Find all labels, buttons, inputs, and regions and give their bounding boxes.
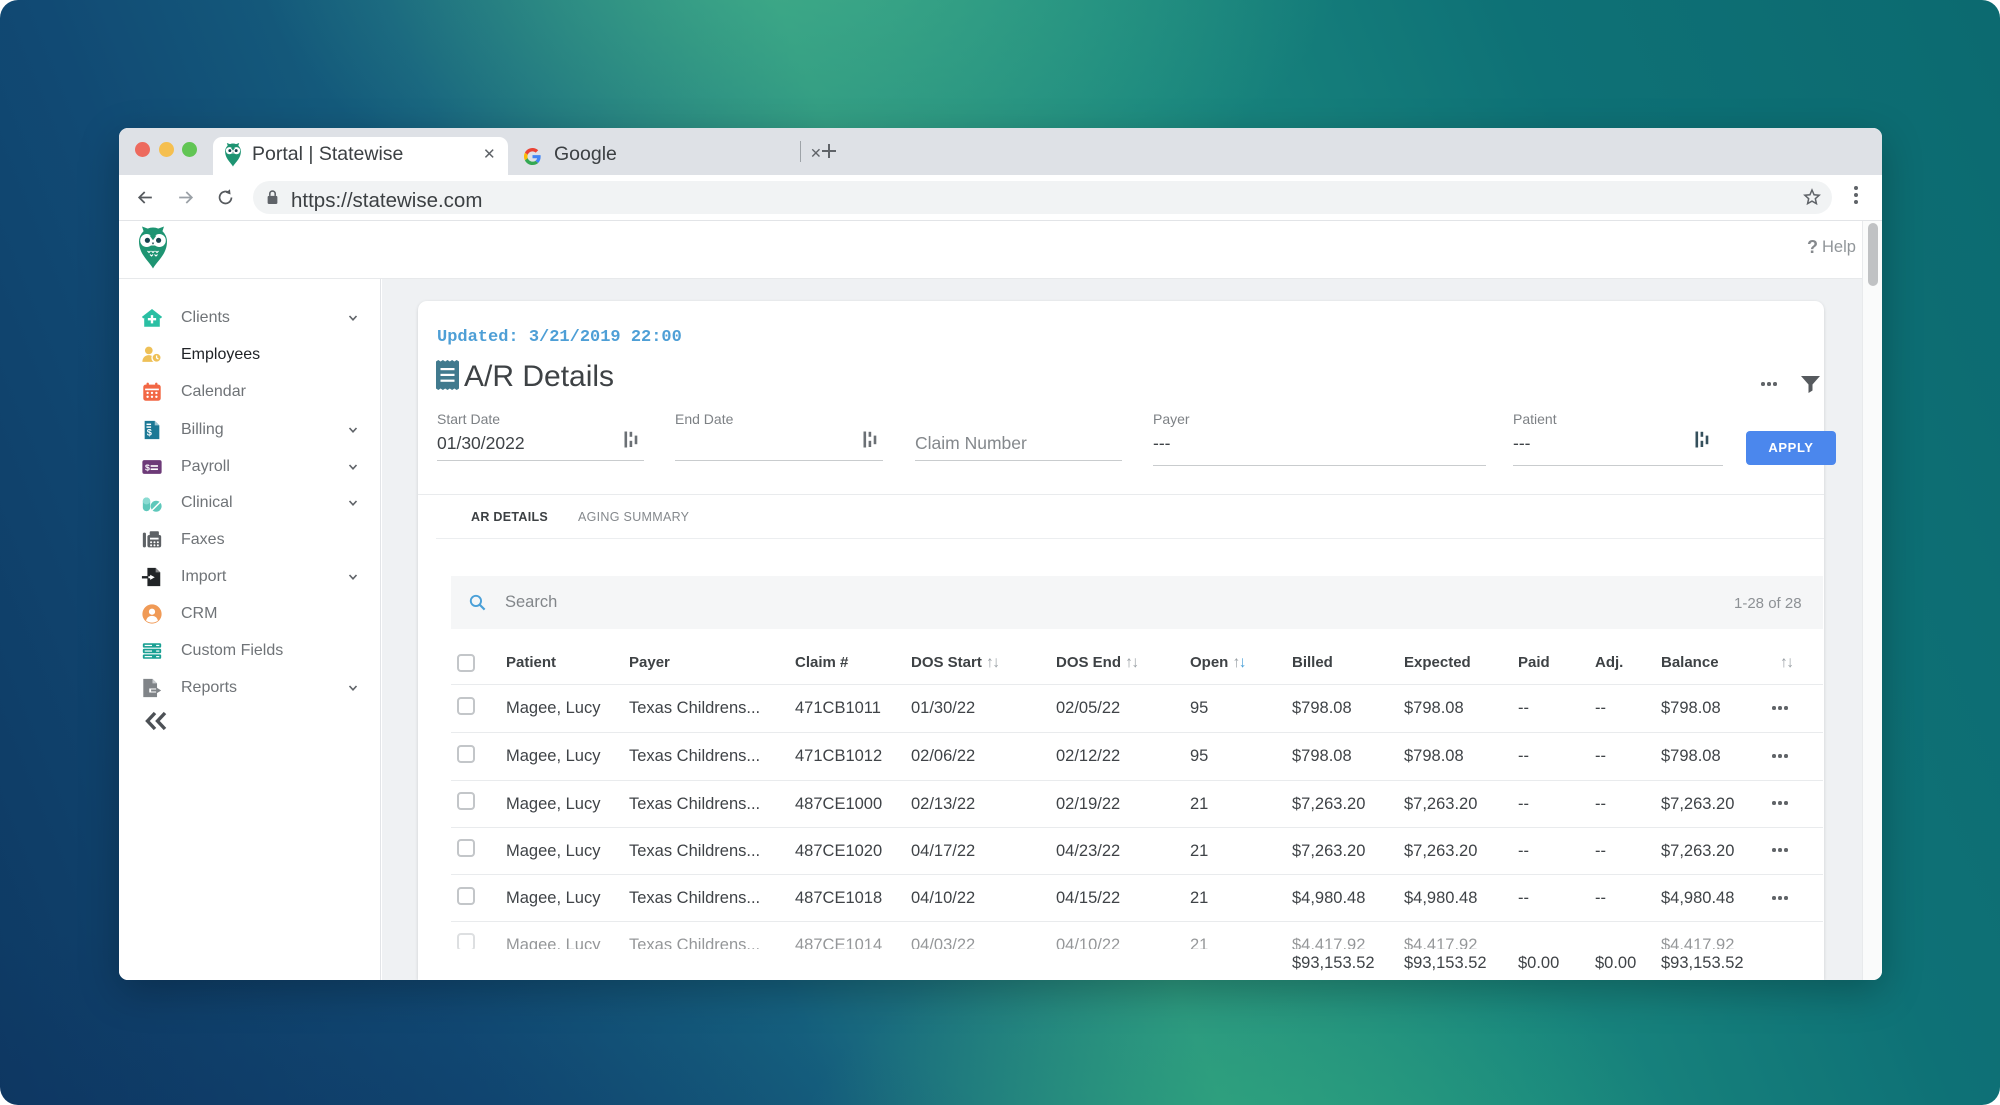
svg-text:$: $ [147, 427, 152, 437]
svg-text:$: $ [145, 462, 150, 472]
